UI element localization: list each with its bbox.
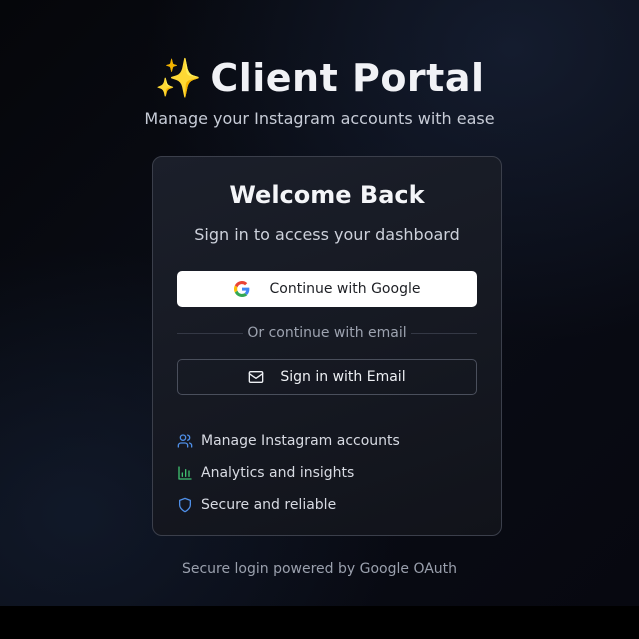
email-button-label: Sign in with Email [280, 369, 406, 385]
feature-item: Secure and reliable [177, 489, 477, 521]
card-subtitle: Sign in to access your dashboard [194, 225, 460, 244]
page-title-text: Client Portal [210, 56, 485, 100]
feature-label: Secure and reliable [201, 497, 337, 513]
bottom-bar [0, 606, 639, 639]
page-title: ✨ Client Portal [0, 56, 639, 101]
footer-note: Secure login powered by Google OAuth [181, 561, 458, 577]
feature-label: Analytics and insights [201, 465, 355, 481]
mail-icon [248, 369, 264, 385]
login-page: ✨ Client Portal Manage your Instagram acc… [0, 0, 639, 606]
feature-item: Analytics and insights [177, 457, 477, 489]
feature-item: Manage Instagram accounts [177, 425, 477, 457]
google-button-label: Continue with Google [269, 281, 421, 297]
sign-in-with-email-button[interactable]: Sign in with Email [177, 359, 477, 395]
divider-line-left [177, 332, 244, 334]
email-divider: Or continue with email [177, 323, 477, 343]
sparkles-icon: ✨ [154, 56, 203, 100]
page-subtitle: Manage your Instagram accounts with ease [144, 109, 495, 128]
users-icon [177, 433, 193, 449]
card-title: Welcome Back [229, 181, 425, 209]
shield-icon [177, 497, 193, 513]
bar-chart-icon [177, 465, 193, 481]
login-card: Welcome Back Sign in to access your dash… [152, 156, 502, 536]
divider-text: Or continue with email [247, 325, 407, 341]
divider-line-right [410, 332, 477, 334]
google-icon [233, 281, 250, 297]
feature-label: Manage Instagram accounts [201, 433, 400, 449]
continue-with-google-button[interactable]: Continue with Google [177, 271, 477, 307]
feature-list: Manage Instagram accounts Analytics and … [177, 425, 477, 521]
